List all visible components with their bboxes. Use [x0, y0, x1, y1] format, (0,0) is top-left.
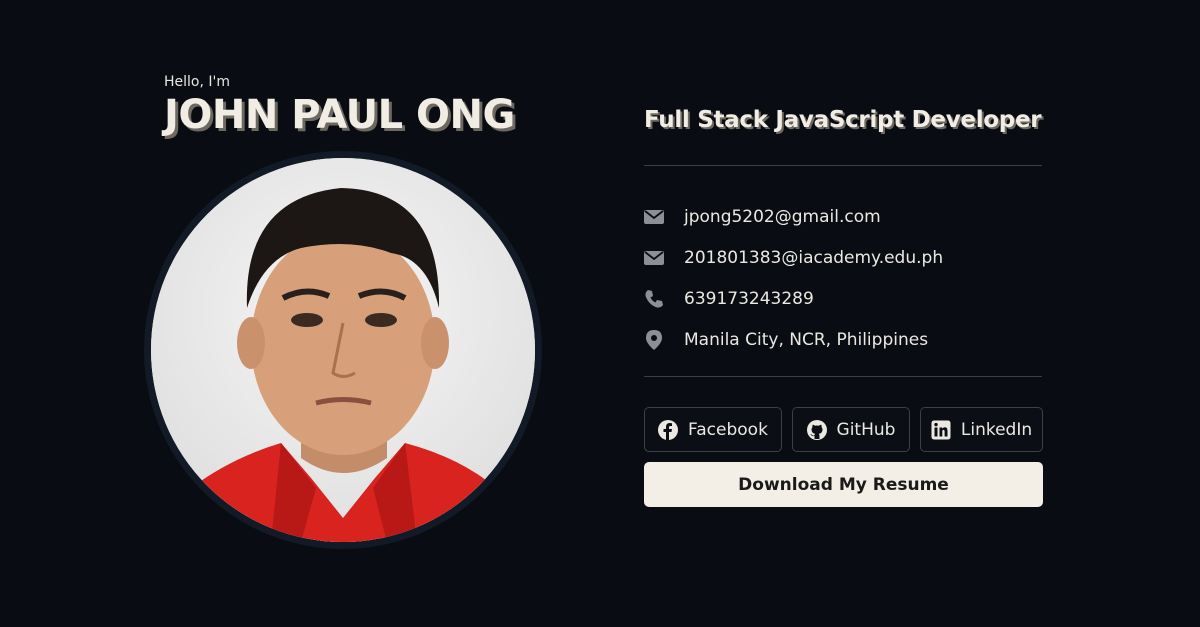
github-label: GitHub: [836, 419, 896, 440]
linkedin-icon: [931, 420, 951, 440]
profile-photo: [151, 158, 535, 542]
contact-text[interactable]: 639173243289: [684, 289, 814, 309]
avatar-frame: [144, 151, 542, 549]
person-name: JOHN PAUL ONG: [164, 92, 515, 138]
contact-list: jpong5202@gmail.com 201801383@iacademy.e…: [644, 196, 1044, 360]
location-pin-icon: [644, 329, 664, 350]
job-title: Full Stack JavaScript Developer: [644, 107, 1042, 133]
contact-phone: 639173243289: [644, 278, 1044, 319]
phone-icon: [644, 289, 664, 309]
contact-email-personal: jpong5202@gmail.com: [644, 196, 1044, 237]
github-button[interactable]: GitHub: [792, 407, 910, 452]
linkedin-label: LinkedIn: [960, 419, 1033, 440]
divider: [644, 376, 1042, 377]
greeting-text: Hello, I'm: [164, 74, 231, 90]
github-icon: [806, 419, 827, 440]
facebook-button[interactable]: Facebook: [644, 407, 782, 452]
contact-text: Manila City, NCR, Philippines: [684, 329, 929, 350]
contact-text[interactable]: jpong5202@gmail.com: [684, 207, 881, 227]
envelope-icon: [644, 207, 664, 227]
divider: [644, 165, 1042, 166]
contact-location: Manila City, NCR, Philippines: [644, 319, 1044, 360]
social-links: Facebook GitHub LinkedIn: [644, 407, 1043, 452]
download-resume-button[interactable]: Download My Resume: [644, 462, 1043, 507]
profile-card: Hello, I'm JOHN PAUL ONG Full Stack Java…: [0, 0, 1200, 627]
envelope-icon: [644, 248, 664, 268]
facebook-icon: [658, 419, 679, 440]
contact-text[interactable]: 201801383@iacademy.edu.ph: [684, 248, 943, 268]
facebook-label: Facebook: [688, 419, 768, 440]
contact-email-school: 201801383@iacademy.edu.ph: [644, 237, 1044, 278]
avatar: [151, 158, 535, 542]
linkedin-button[interactable]: LinkedIn: [920, 407, 1043, 452]
